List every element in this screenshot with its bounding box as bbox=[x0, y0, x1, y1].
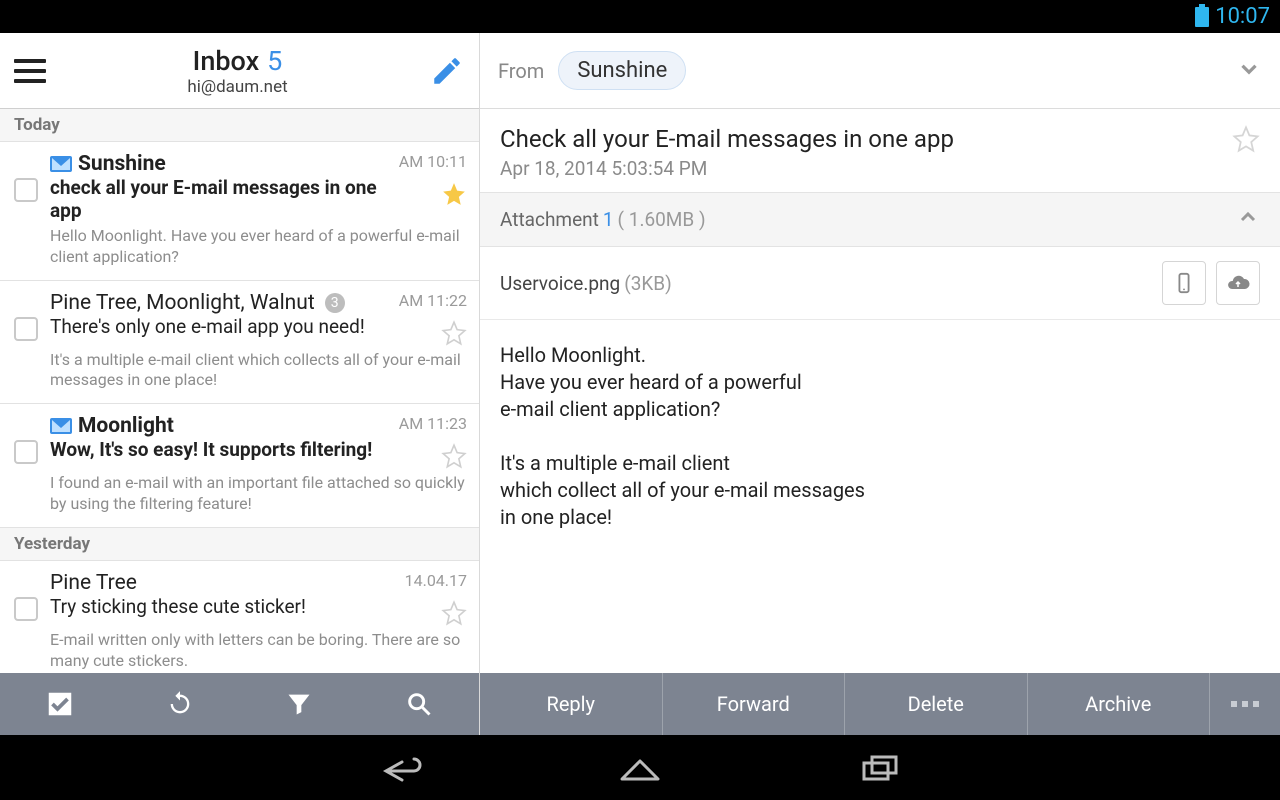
snippet: Hello Moonlight. Have you ever heard of … bbox=[50, 226, 467, 268]
unread-icon bbox=[50, 418, 72, 434]
status-bar: 10:07 bbox=[0, 0, 1280, 33]
attachment-size: ( 1.60MB ) bbox=[618, 208, 706, 231]
message-item[interactable]: Pine Tree Try sticking these cute sticke… bbox=[0, 561, 479, 673]
subject-block: Check all your E-mail messages in one ap… bbox=[480, 109, 1280, 192]
app-frame: Inbox 5 hi@daum.net Today bbox=[0, 33, 1280, 735]
snippet: E-mail written only with letters can be … bbox=[50, 630, 467, 672]
inbox-title-block: Inbox 5 hi@daum.net bbox=[46, 45, 429, 97]
compose-button[interactable] bbox=[429, 53, 465, 89]
subject: Wow, It's so easy! It supports filtering… bbox=[50, 438, 387, 461]
select-checkbox[interactable] bbox=[14, 440, 38, 464]
search-button[interactable] bbox=[402, 687, 436, 721]
time: 14.04.17 bbox=[405, 571, 467, 590]
from-label: From bbox=[498, 59, 544, 83]
sender: Moonlight bbox=[78, 414, 174, 438]
sender: Sunshine bbox=[78, 152, 166, 176]
system-nav-bar bbox=[0, 735, 1280, 800]
select-all-button[interactable] bbox=[43, 687, 77, 721]
attachment-file-size: (3KB) bbox=[624, 272, 672, 295]
account-email: hi@daum.net bbox=[46, 77, 429, 97]
attachment-name: Uservoice.png bbox=[500, 272, 620, 295]
attachment-item: Uservoice.png (3KB) bbox=[480, 247, 1280, 320]
attachment-label: Attachment bbox=[500, 208, 599, 231]
attachment-count: 1 bbox=[603, 208, 614, 231]
time: AM 11:23 bbox=[399, 414, 467, 433]
message-item[interactable]: Sunshine check all your E-mail messages … bbox=[0, 142, 479, 281]
reply-button[interactable]: Reply bbox=[480, 673, 663, 735]
battery-icon bbox=[1195, 7, 1209, 27]
subject: There's only one e-mail app you need! bbox=[50, 315, 387, 338]
expand-header-button[interactable] bbox=[1236, 56, 1262, 86]
refresh-button[interactable] bbox=[163, 687, 197, 721]
star-icon[interactable] bbox=[441, 600, 467, 626]
detail-header: From Sunshine bbox=[480, 33, 1280, 109]
subject: Try sticking these cute sticker! bbox=[50, 595, 387, 618]
delete-button[interactable]: Delete bbox=[845, 673, 1028, 735]
archive-button[interactable]: Archive bbox=[1028, 673, 1211, 735]
date-separator: Today bbox=[0, 109, 479, 142]
snippet: It's a multiple e-mail client which coll… bbox=[50, 350, 467, 392]
message-item[interactable]: Pine Tree, Moonlight, Walnut 3 There's o… bbox=[0, 281, 479, 405]
mail-subject: Check all your E-mail messages in one ap… bbox=[500, 125, 1232, 153]
star-icon[interactable] bbox=[441, 181, 467, 207]
subject: check all your E-mail messages in one ap… bbox=[50, 176, 387, 222]
list-header: Inbox 5 hi@daum.net bbox=[0, 33, 479, 109]
list-toolbar bbox=[0, 673, 479, 735]
mail-body: Hello Moonlight. Have you ever heard of … bbox=[480, 320, 1280, 553]
thread-count-badge: 3 bbox=[325, 293, 345, 313]
unread-icon bbox=[50, 156, 72, 172]
home-button[interactable] bbox=[610, 748, 670, 788]
clock: 10:07 bbox=[1215, 4, 1270, 29]
select-checkbox[interactable] bbox=[14, 178, 38, 202]
detail-body: Check all your E-mail messages in one ap… bbox=[480, 109, 1280, 673]
filter-button[interactable] bbox=[282, 687, 316, 721]
star-icon[interactable] bbox=[1232, 125, 1260, 153]
time: AM 10:11 bbox=[399, 152, 467, 171]
cloud-sync-button[interactable] bbox=[1216, 261, 1260, 305]
detail-toolbar: Reply Forward Delete Archive bbox=[480, 673, 1280, 735]
menu-icon[interactable] bbox=[14, 59, 46, 83]
sender-chip[interactable]: Sunshine bbox=[558, 51, 686, 90]
back-button[interactable] bbox=[370, 748, 430, 788]
message-detail-pane: From Sunshine Check all your E-mail mess… bbox=[480, 33, 1280, 735]
star-icon[interactable] bbox=[441, 443, 467, 469]
snippet: I found an e-mail with an important file… bbox=[50, 473, 467, 515]
recent-apps-button[interactable] bbox=[850, 748, 910, 788]
folder-name: Inbox bbox=[193, 45, 259, 77]
star-icon[interactable] bbox=[441, 320, 467, 346]
sender: Pine Tree, Moonlight, Walnut bbox=[50, 291, 315, 315]
date-separator: Yesterday bbox=[0, 528, 479, 561]
select-checkbox[interactable] bbox=[14, 317, 38, 341]
sender: Pine Tree bbox=[50, 571, 137, 595]
attachment-bar[interactable]: Attachment 1 ( 1.60MB ) bbox=[480, 192, 1280, 247]
message-list-pane: Inbox 5 hi@daum.net Today bbox=[0, 33, 480, 735]
unread-count: 5 bbox=[267, 45, 282, 77]
overflow-menu-button[interactable] bbox=[1210, 673, 1280, 735]
mail-date: Apr 18, 2014 5:03:54 PM bbox=[500, 157, 1232, 180]
save-device-button[interactable] bbox=[1162, 261, 1206, 305]
time: AM 11:22 bbox=[399, 291, 467, 310]
message-list: Today Sunshine check all your E-mail mes… bbox=[0, 109, 479, 673]
forward-button[interactable]: Forward bbox=[663, 673, 846, 735]
select-checkbox[interactable] bbox=[14, 597, 38, 621]
message-item[interactable]: Moonlight Wow, It's so easy! It supports… bbox=[0, 404, 479, 528]
chevron-up-icon bbox=[1236, 205, 1260, 234]
